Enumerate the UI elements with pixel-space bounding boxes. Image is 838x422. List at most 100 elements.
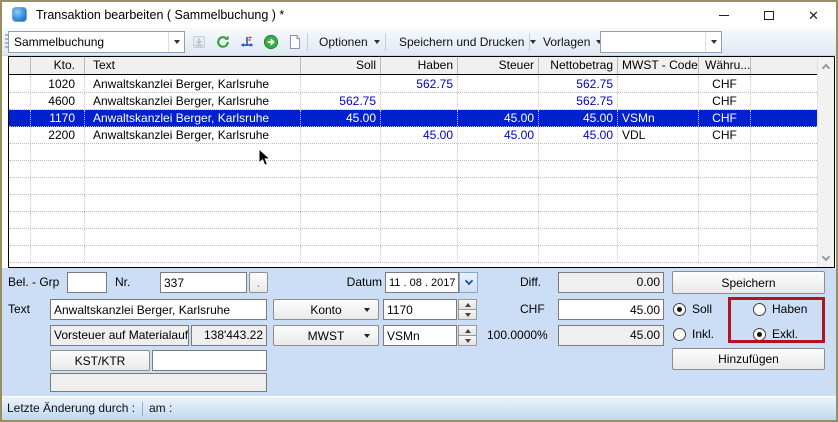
radio-inkl[interactable]: Inkl. xyxy=(673,327,714,341)
column-header[interactable]: Nettobetrag xyxy=(539,57,618,74)
status-bar: Letzte Änderung durch : am : xyxy=(2,396,836,420)
table-empty-row[interactable] xyxy=(9,178,817,195)
cell-c0 xyxy=(9,229,31,245)
close-button[interactable]: ✕ xyxy=(791,2,836,28)
cell-extra xyxy=(751,110,817,126)
table-row[interactable]: 4600Anwaltskanzlei Berger, Karlsruhe562.… xyxy=(9,93,817,110)
options-menu-button[interactable]: Optionen xyxy=(312,31,387,53)
cell-extra xyxy=(751,195,817,211)
hinzufuegen-button[interactable]: Hinzufügen xyxy=(672,348,825,370)
booking-type-combobox[interactable]: Sammelbuchung xyxy=(8,31,185,53)
datum-input[interactable] xyxy=(385,272,459,293)
toolbar: Sammelbuchung xyxy=(2,28,836,56)
table-empty-row[interactable] xyxy=(9,161,817,178)
column-header[interactable]: MWST - Code xyxy=(618,57,699,74)
cell-c0 xyxy=(9,195,31,211)
new-document-button[interactable] xyxy=(285,32,305,52)
minimize-button[interactable] xyxy=(701,2,746,28)
table-empty-row[interactable] xyxy=(9,212,817,229)
speichern-button[interactable]: Speichern xyxy=(672,271,825,294)
chevron-down-icon xyxy=(374,40,380,44)
kst-ktr-button[interactable]: KST/KTR xyxy=(50,350,150,371)
cell-mwst: VSMn xyxy=(618,110,699,126)
column-header[interactable]: Text xyxy=(85,57,301,74)
mwst-spinner[interactable] xyxy=(458,325,477,346)
save-and-print-label: Speichern und Drucken xyxy=(399,35,524,49)
cell-soll xyxy=(301,246,381,262)
spin-down-button[interactable] xyxy=(458,310,477,320)
maximize-button[interactable] xyxy=(746,2,791,28)
nr-input[interactable] xyxy=(160,272,247,293)
kst-ktr-input[interactable] xyxy=(152,350,267,371)
combobox-dropdown-button[interactable] xyxy=(705,32,721,52)
konto-button-label: Konto xyxy=(310,303,341,317)
cell-extra xyxy=(751,178,817,194)
cell-extra xyxy=(751,246,817,262)
cell-haben xyxy=(381,178,458,194)
cell-kto: 2200 xyxy=(31,127,85,143)
date-dropdown-button[interactable] xyxy=(459,272,478,293)
cell-kto: 1170 xyxy=(31,110,85,126)
cell-soll xyxy=(301,212,381,228)
table-row[interactable]: 1170Anwaltskanzlei Berger, Karlsruhe45.0… xyxy=(9,110,817,127)
scroll-down-button[interactable] xyxy=(818,250,834,266)
refresh-button[interactable] xyxy=(213,32,233,52)
cell-steuer xyxy=(458,229,539,245)
column-header[interactable]: Steuer xyxy=(458,57,539,74)
konto-spinner[interactable] xyxy=(458,299,477,320)
konto-number-input[interactable] xyxy=(383,299,457,320)
cell-waehrung xyxy=(699,229,751,245)
mwst-betrag-field: 45.00 xyxy=(558,325,664,346)
cell-waehrung xyxy=(699,144,751,160)
cell-kto xyxy=(31,212,85,228)
column-header[interactable]: Soll xyxy=(301,57,381,74)
table-row[interactable]: 2200Anwaltskanzlei Berger, Karlsruhe 45.0… xyxy=(9,127,817,144)
spin-down-button[interactable] xyxy=(458,336,477,346)
table-row[interactable]: 1020Anwaltskanzlei Berger, Karlsruhe562.… xyxy=(9,76,817,93)
hinzufuegen-button-label: Hinzufügen xyxy=(718,352,779,366)
mwst-dropdown-button[interactable]: MWST xyxy=(273,325,379,346)
import-button xyxy=(189,32,209,52)
speichern-button-label: Speichern xyxy=(721,276,775,290)
radio-soll[interactable]: Soll xyxy=(673,302,712,316)
table-header: Kto.TextSollHabenSteuerNettobetragMWST -… xyxy=(9,57,817,75)
column-header[interactable]: Währu... xyxy=(699,57,751,74)
booking-type-value: Sammelbuchung xyxy=(9,35,168,49)
text-input[interactable] xyxy=(50,299,267,320)
datum-label: Datum xyxy=(345,272,382,293)
column-header[interactable]: Haben xyxy=(381,57,458,74)
cell-mwst xyxy=(618,229,699,245)
table-empty-row[interactable] xyxy=(9,195,817,212)
konto-dropdown-button[interactable]: Konto xyxy=(273,299,379,320)
save-and-print-menu-button[interactable]: Speichern und Drucken xyxy=(392,31,543,53)
combobox-dropdown-button[interactable] xyxy=(168,32,184,52)
table-empty-row[interactable] xyxy=(9,144,817,161)
betrag-input[interactable] xyxy=(558,299,664,320)
table-empty-row[interactable] xyxy=(9,229,817,246)
cell-netto xyxy=(539,229,618,245)
templates-menu-button[interactable]: Vorlagen xyxy=(536,31,609,53)
cell-text xyxy=(85,246,301,262)
vertical-scrollbar[interactable] xyxy=(817,57,834,267)
spin-up-button[interactable] xyxy=(458,299,477,310)
spin-up-button[interactable] xyxy=(458,325,477,336)
konto-beschreibung-field: Vorsteuer auf Materialaufwa xyxy=(50,325,189,346)
mwst-satz-label: 100.0000% xyxy=(487,325,548,346)
go-button[interactable] xyxy=(261,32,281,52)
dot-button[interactable]: . xyxy=(249,272,268,293)
table-empty-row[interactable] xyxy=(9,246,817,263)
cell-text: Anwaltskanzlei Berger, Karlsruhe xyxy=(85,127,301,143)
cell-soll xyxy=(301,161,381,177)
cell-steuer xyxy=(458,212,539,228)
cell-steuer xyxy=(458,76,539,92)
mwst-code-input[interactable] xyxy=(383,325,457,346)
cell-text xyxy=(85,212,301,228)
template-combobox[interactable] xyxy=(600,31,722,53)
column-header[interactable]: Kto. xyxy=(31,57,85,74)
adjust-columns-button[interactable] xyxy=(237,32,257,52)
bel-grp-input[interactable] xyxy=(67,272,107,293)
cell-waehrung: CHF xyxy=(699,127,751,143)
cell-haben xyxy=(381,161,458,177)
cell-netto: 45.00 xyxy=(539,127,618,143)
scroll-up-button[interactable] xyxy=(818,58,834,74)
